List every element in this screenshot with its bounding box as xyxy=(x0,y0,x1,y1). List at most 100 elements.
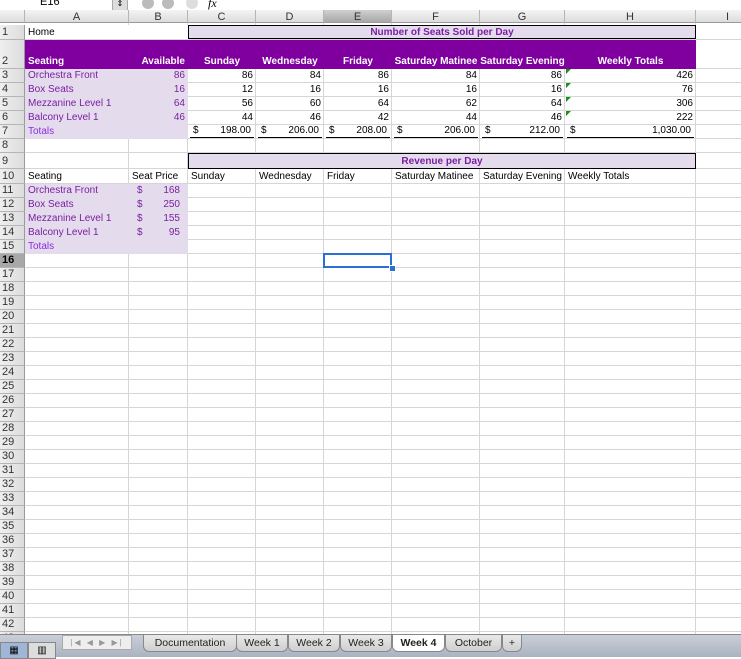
cell-a10[interactable]: Seating xyxy=(25,169,129,183)
cell-d6[interactable]: 46 xyxy=(256,111,324,124)
name-box[interactable]: E16 xyxy=(40,0,60,8)
column-header-a[interactable]: A xyxy=(25,10,129,23)
row-header-2[interactable]: 2 xyxy=(0,40,25,69)
sheet-tab-week-3[interactable]: Week 3 xyxy=(340,635,392,652)
row-header-40[interactable]: 40 xyxy=(0,590,25,604)
row-header-26[interactable]: 26 xyxy=(0,394,25,408)
row-header-35[interactable]: 35 xyxy=(0,520,25,534)
row-header-15[interactable]: 15 xyxy=(0,240,25,254)
cell-f4[interactable]: 16 xyxy=(392,83,480,96)
cell-c4[interactable]: 12 xyxy=(188,83,256,96)
confirm-icon[interactable] xyxy=(162,0,174,9)
row-header-24[interactable]: 24 xyxy=(0,366,25,380)
cell-d3[interactable]: 84 xyxy=(256,69,324,82)
cell-h4[interactable]: 76 xyxy=(565,83,696,96)
cell-d5[interactable]: 60 xyxy=(256,97,324,110)
cell-f5[interactable]: 62 xyxy=(392,97,480,110)
cell-d10[interactable]: Wednesday xyxy=(256,169,324,183)
row-header-38[interactable]: 38 xyxy=(0,562,25,576)
cell-h3[interactable]: 426 xyxy=(565,69,696,82)
sheet-tab-october[interactable]: October xyxy=(445,635,502,652)
row-header-20[interactable]: 20 xyxy=(0,310,25,324)
cell-d7[interactable]: 206.00 $ xyxy=(258,125,322,138)
row-header-39[interactable]: 39 xyxy=(0,576,25,590)
cell-a13[interactable]: Mezzanine Level 1 xyxy=(25,212,129,225)
row-header-30[interactable]: 30 xyxy=(0,450,25,464)
cell-h10[interactable]: Weekly Totals xyxy=(565,169,696,183)
sheet-navigation-buttons[interactable]: |◀ ◀ ▶ ▶| xyxy=(62,635,132,650)
cell-c6[interactable]: 44 xyxy=(188,111,256,124)
row-header-28[interactable]: 28 xyxy=(0,422,25,436)
cell-a14[interactable]: Balcony Level 1 xyxy=(25,226,129,239)
cell-e1[interactable]: Number of Seats Sold per Day xyxy=(188,25,696,39)
cell-b10[interactable]: Seat Price xyxy=(129,169,188,183)
cell-c10[interactable]: Sunday xyxy=(188,169,256,183)
row-header-9[interactable]: 9 xyxy=(0,153,25,169)
cell-e10[interactable]: Friday xyxy=(324,169,392,183)
row-header-37[interactable]: 37 xyxy=(0,548,25,562)
error-indicator-icon[interactable] xyxy=(566,69,571,74)
row-header-36[interactable]: 36 xyxy=(0,534,25,548)
row-header-19[interactable]: 19 xyxy=(0,296,25,310)
row-header-8[interactable]: 8 xyxy=(0,139,25,153)
column-header-c[interactable]: C xyxy=(188,10,256,23)
cell-a4[interactable]: Box Seats xyxy=(25,83,129,96)
cell-g6[interactable]: 46 xyxy=(480,111,565,124)
cell-b2[interactable]: Available xyxy=(129,40,188,68)
row-header-12[interactable]: 12 xyxy=(0,198,25,212)
cancel-icon[interactable] xyxy=(142,0,154,9)
cell-e9[interactable]: Revenue per Day xyxy=(188,153,696,168)
row-header-10[interactable]: 10 xyxy=(0,169,25,184)
sheet-tab-documentation[interactable]: Documentation xyxy=(143,635,237,652)
cell-g3[interactable]: 86 xyxy=(480,69,565,82)
cell-a12[interactable]: Box Seats xyxy=(25,198,129,211)
row-header-42[interactable]: 42 xyxy=(0,618,25,632)
column-header-d[interactable]: D xyxy=(256,10,324,23)
cell-a5[interactable]: Mezzanine Level 1 xyxy=(25,97,129,110)
cell-f6[interactable]: 44 xyxy=(392,111,480,124)
cell-h5[interactable]: 306 xyxy=(565,97,696,110)
row-header-23[interactable]: 23 xyxy=(0,352,25,366)
cell-b13[interactable]: 155 $ xyxy=(129,212,188,225)
cell-g2[interactable]: Saturday Evening xyxy=(480,40,565,68)
cell-b11[interactable]: 168 $ xyxy=(129,184,188,197)
cell-c5[interactable]: 56 xyxy=(188,97,256,110)
row-header-22[interactable]: 22 xyxy=(0,338,25,352)
row-header-41[interactable]: 41 xyxy=(0,604,25,618)
row-header-16[interactable]: 16 xyxy=(0,254,25,268)
cell-f3[interactable]: 84 xyxy=(392,69,480,82)
cell-h2[interactable]: Weekly Totals xyxy=(565,40,696,68)
cell-e4[interactable]: 16 xyxy=(324,83,392,96)
cell-g5[interactable]: 64 xyxy=(480,97,565,110)
cell-h6[interactable]: 222 xyxy=(565,111,696,124)
row-header-14[interactable]: 14 xyxy=(0,226,25,240)
cell-e2[interactable]: Friday xyxy=(324,40,392,68)
row-header-5[interactable]: 5 xyxy=(0,97,25,111)
cell-b14[interactable]: 95 $ xyxy=(129,226,188,239)
cell-f10[interactable]: Saturday Matinee xyxy=(392,169,480,183)
column-header-g[interactable]: G xyxy=(480,10,565,23)
row-header-31[interactable]: 31 xyxy=(0,464,25,478)
row-header-33[interactable]: 33 xyxy=(0,492,25,506)
cell-h7[interactable]: 1,030.00 $ xyxy=(567,125,694,138)
cell-a3[interactable]: Orchestra Front xyxy=(25,69,129,82)
cell-b6[interactable]: 46 xyxy=(129,111,188,124)
column-header-h[interactable]: H xyxy=(565,10,696,23)
row-header-6[interactable]: 6 xyxy=(0,111,25,125)
sheet-tab-week-2[interactable]: Week 2 xyxy=(288,635,340,652)
row-header-13[interactable]: 13 xyxy=(0,212,25,226)
normal-view-icon[interactable]: ▦ xyxy=(0,642,28,659)
cell-a11[interactable]: Orchestra Front xyxy=(25,184,129,197)
selected-cell-border[interactable] xyxy=(323,253,392,268)
cell-b12[interactable]: 250 $ xyxy=(129,198,188,211)
row-header-18[interactable]: 18 xyxy=(0,282,25,296)
cell-b5[interactable]: 64 xyxy=(129,97,188,110)
cell-e3[interactable]: 86 xyxy=(324,69,392,82)
cell-d4[interactable]: 16 xyxy=(256,83,324,96)
cell-a7[interactable]: Totals xyxy=(25,125,129,138)
cell-b3[interactable]: 86 xyxy=(129,69,188,82)
column-header-i[interactable]: I xyxy=(696,10,741,23)
cell-a1[interactable]: Home xyxy=(25,25,129,39)
row-header-29[interactable]: 29 xyxy=(0,436,25,450)
page-layout-view-icon[interactable]: ▥ xyxy=(28,642,56,659)
